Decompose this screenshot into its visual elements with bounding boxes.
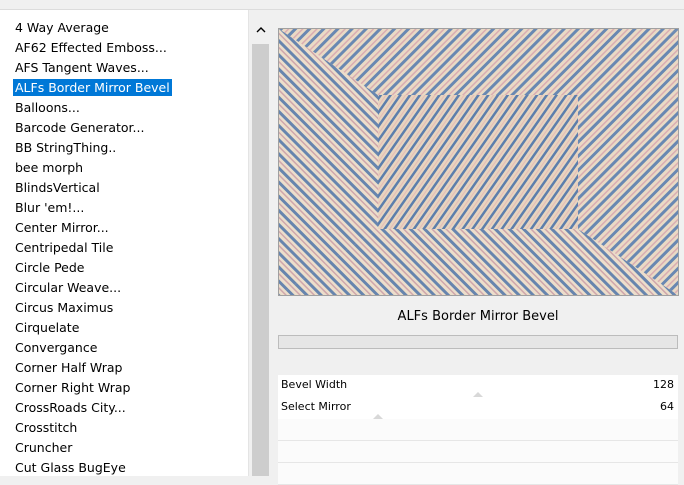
preview-artwork bbox=[279, 29, 678, 295]
preview-image bbox=[278, 28, 679, 296]
filter-list-item[interactable]: Circular Weave... bbox=[13, 279, 123, 296]
filter-list-item[interactable]: Circus Maximus bbox=[13, 299, 115, 316]
scroll-thumb[interactable] bbox=[252, 44, 269, 476]
filter-list-item[interactable]: Cirquelate bbox=[13, 319, 81, 336]
filter-list-item[interactable]: ALFs Border Mirror Bevel bbox=[13, 79, 172, 96]
progress-bar bbox=[278, 335, 678, 349]
filter-list-item[interactable]: CrossRoads City... bbox=[13, 399, 128, 416]
filter-list-item[interactable]: Balloons... bbox=[13, 99, 82, 116]
empty-parameter-row bbox=[278, 441, 678, 463]
parameter-label: Bevel Width bbox=[281, 378, 348, 391]
filter-list-item[interactable]: BlindsVertical bbox=[13, 179, 102, 196]
filter-list-item[interactable]: 4 Way Average bbox=[13, 19, 111, 36]
filter-list-item[interactable]: bee morph bbox=[13, 159, 85, 176]
filter-settings-panel: ALFs Border Mirror Bevel Bevel Width 128 S… bbox=[272, 10, 684, 485]
top-strip bbox=[0, 0, 684, 10]
filter-list-item[interactable]: AFS Tangent Waves... bbox=[13, 59, 151, 76]
filter-list-item[interactable]: Barcode Generator... bbox=[13, 119, 146, 136]
parameter-label: Select Mirror bbox=[281, 400, 351, 413]
filter-list-panel: 4 Way Average AF62 Effected Emboss... AFS … bbox=[0, 10, 273, 476]
filter-list[interactable]: 4 Way Average AF62 Effected Emboss... AFS … bbox=[0, 10, 248, 476]
filter-list-item[interactable]: Convergance bbox=[13, 339, 99, 356]
list-scrollbar[interactable] bbox=[248, 10, 273, 476]
filter-list-item[interactable]: Corner Right Wrap bbox=[13, 379, 132, 396]
filter-list-item[interactable]: Center Mirror... bbox=[13, 219, 111, 236]
filter-list-item[interactable]: AF62 Effected Emboss... bbox=[13, 39, 169, 56]
parameter-slider[interactable]: Select Mirror 64 bbox=[278, 397, 678, 420]
filter-list-item[interactable]: Blur 'em!... bbox=[13, 199, 86, 216]
filter-list-item[interactable]: Circle Pede bbox=[13, 259, 86, 276]
filter-list-item[interactable]: Corner Half Wrap bbox=[13, 359, 124, 376]
empty-parameter-row bbox=[278, 419, 678, 441]
parameter-value: 128 bbox=[653, 378, 674, 391]
filter-title: ALFs Border Mirror Bevel bbox=[397, 309, 559, 324]
parameter-slider[interactable]: Bevel Width 128 bbox=[278, 375, 678, 398]
empty-parameter-row bbox=[278, 463, 678, 485]
chevron-up-icon bbox=[256, 26, 266, 32]
filter-list-item[interactable]: Cruncher bbox=[13, 439, 74, 456]
scroll-up-button[interactable] bbox=[249, 18, 273, 40]
parameter-value: 64 bbox=[660, 400, 674, 413]
filter-list-item[interactable]: Centripedal Tile bbox=[13, 239, 115, 256]
filter-list-item[interactable]: Cut Glass BugEye bbox=[13, 459, 128, 476]
filter-list-item[interactable]: BB StringThing.. bbox=[13, 139, 118, 156]
filter-list-item[interactable]: Crosstitch bbox=[13, 419, 79, 436]
